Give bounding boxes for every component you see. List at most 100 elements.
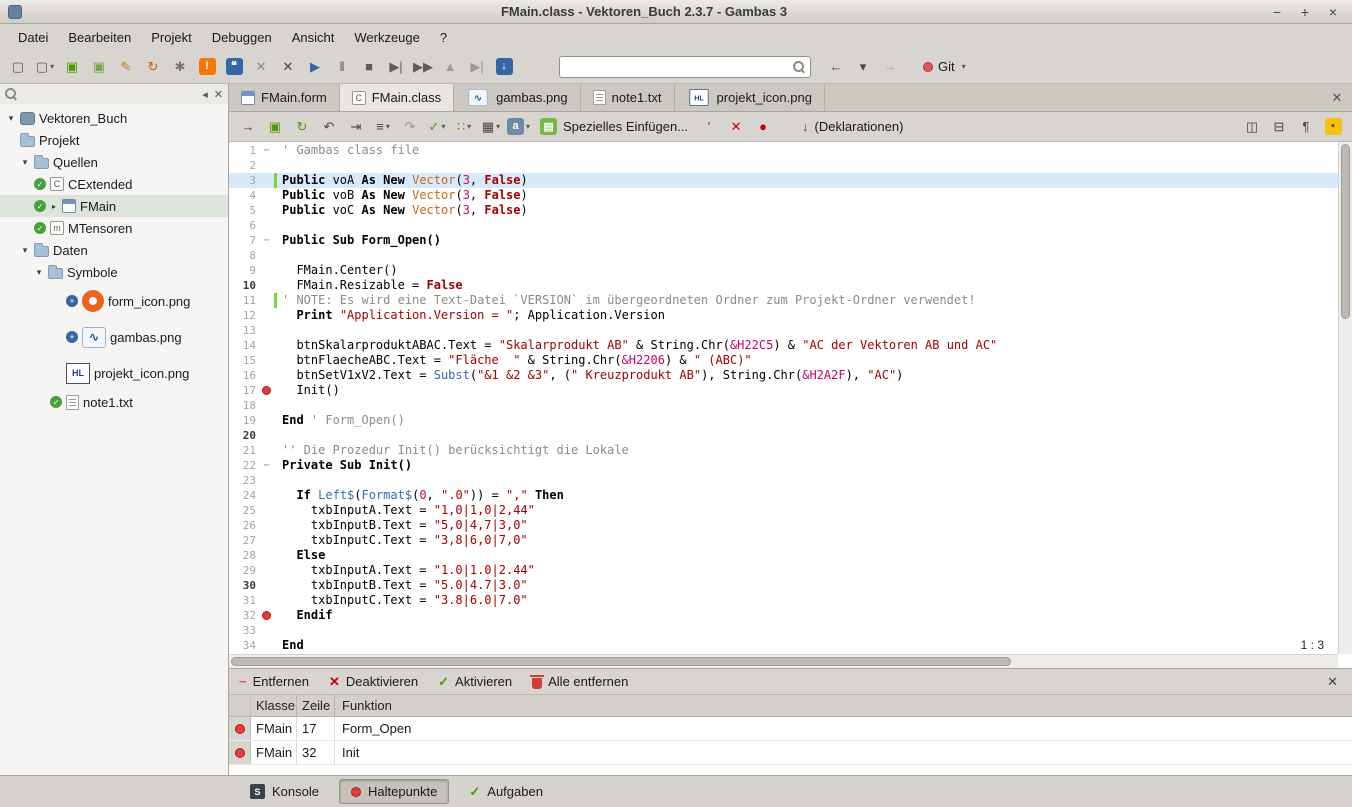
tree-item-cextended[interactable]: ✓CCExtended — [0, 173, 228, 195]
code-line[interactable]: 24 If Left$(Format$(0, ".0")) = "," Then — [229, 488, 1338, 503]
git-button[interactable]: Git ▾ — [917, 56, 972, 77]
code-line[interactable]: 6 — [229, 218, 1338, 233]
code-line[interactable]: 8 — [229, 248, 1338, 263]
line-number[interactable]: 31 — [229, 593, 259, 608]
code-line[interactable]: 18 — [229, 398, 1338, 413]
tree-item-symbole[interactable]: ▾Symbole — [0, 261, 228, 283]
indent-icon[interactable]: ⇥ — [343, 114, 369, 140]
code-line[interactable]: 10 FMain.Resizable = False — [229, 278, 1338, 293]
line-number[interactable]: 34 — [229, 638, 259, 653]
split-horizontal-icon[interactable]: ⊟ — [1266, 114, 1292, 140]
pause-button[interactable]: ‖ — [329, 54, 355, 80]
line-number[interactable]: 26 — [229, 518, 259, 533]
code-line[interactable]: 9 FMain.Center() — [229, 263, 1338, 278]
menu-datei[interactable]: Datei — [8, 26, 58, 49]
comment-icon[interactable]: ❝ — [221, 54, 247, 80]
line-number[interactable]: 30 — [229, 578, 259, 593]
code-line[interactable]: 28 Else — [229, 548, 1338, 563]
dock-left-icon[interactable]: ◂ — [202, 88, 208, 101]
code-line[interactable]: 26 txbInputB.Text = "5,0|4,7|3,0" — [229, 518, 1338, 533]
code-line[interactable]: 30 txbInputB.Text = "5.0|4.7|3.0" — [229, 578, 1338, 593]
text-format-icon[interactable]: a▾ — [505, 114, 532, 140]
line-number[interactable]: 3 — [229, 173, 259, 188]
code-line[interactable]: 12 Print "Application.Version = "; Appli… — [229, 308, 1338, 323]
compile-icon[interactable]: ✕ — [248, 54, 274, 80]
panel-close-icon[interactable]: ✕ — [1323, 674, 1342, 690]
line-number[interactable]: 8 — [229, 248, 259, 263]
tab-note1-txt[interactable]: note1.txt — [581, 84, 675, 111]
line-number[interactable]: 16 — [229, 368, 259, 383]
stop-button[interactable]: ■ — [356, 54, 382, 80]
lock-icon[interactable]: ▪ — [1320, 114, 1346, 140]
code-line[interactable]: 2 — [229, 158, 1338, 173]
tab-fmain-class[interactable]: CFMain.class — [340, 84, 454, 111]
line-number[interactable]: 27 — [229, 533, 259, 548]
back-button[interactable]: ← — [823, 54, 849, 80]
tree-item-fmain[interactable]: ✓▸FMain — [0, 195, 228, 217]
record-icon[interactable]: ● — [750, 114, 776, 140]
goto-icon[interactable]: → — [235, 114, 261, 140]
quote-icon[interactable]: ' — [696, 114, 722, 140]
line-number[interactable]: 32 — [229, 608, 259, 623]
tree-expander-icon[interactable]: ▾ — [20, 245, 30, 256]
undo-icon[interactable]: ↶ — [316, 114, 342, 140]
code-line[interactable]: 20 — [229, 428, 1338, 443]
line-number[interactable]: 21 — [229, 443, 259, 458]
menu-bearbeiten[interactable]: Bearbeiten — [58, 26, 141, 49]
save-project-icon[interactable]: ▣ — [59, 54, 85, 80]
properties-gear-icon[interactable]: ✱ — [167, 54, 193, 80]
line-number[interactable]: 19 — [229, 413, 259, 428]
breakpoint-gutter[interactable] — [259, 386, 274, 395]
tab-close-icon[interactable]: ✕ — [1322, 84, 1352, 111]
breakpoint-row[interactable]: FMain17Form_Open — [229, 717, 1352, 741]
line-number[interactable]: 20 — [229, 428, 259, 443]
line-number[interactable]: 4 — [229, 188, 259, 203]
breakpoint-gutter[interactable] — [259, 611, 274, 620]
code-line[interactable]: 29 txbInputA.Text = "1.0|1.0|2.44" — [229, 563, 1338, 578]
tree-item-gambas-png[interactable]: +∿gambas.png — [0, 319, 228, 355]
bottom-tab-haltepunkte[interactable]: Haltepunkte — [339, 779, 449, 804]
download-icon[interactable]: ↓ — [491, 54, 517, 80]
finish-button[interactable]: ▲ — [437, 54, 463, 80]
code-lines[interactable]: 1−' Gambas class file23Public voA As New… — [229, 143, 1338, 654]
pilcrow-icon[interactable]: ¶ — [1293, 114, 1319, 140]
menu-ansicht[interactable]: Ansicht — [282, 26, 345, 49]
line-number[interactable]: 11 — [229, 293, 259, 308]
line-number[interactable]: 2 — [229, 158, 259, 173]
line-number[interactable]: 18 — [229, 398, 259, 413]
maximize-button[interactable]: + — [1294, 3, 1316, 21]
save-all-icon[interactable]: ▣ — [86, 54, 112, 80]
sidebar-close-icon[interactable]: ✕ — [214, 88, 223, 101]
remove-all-breakpoints-button[interactable]: Alle entfernen — [532, 674, 628, 689]
code-line[interactable]: 5Public voC As New Vector(3, False) — [229, 203, 1338, 218]
enable-breakpoint-button[interactable]: ✓Aktivieren — [438, 674, 512, 690]
bottom-tab-aufgaben[interactable]: ✓Aufgaben — [457, 779, 555, 805]
line-number[interactable]: 13 — [229, 323, 259, 338]
breakpoint-row[interactable]: FMain32Init — [229, 741, 1352, 765]
code-line[interactable]: 31 txbInputC.Text = "3.8|6.0|7.0" — [229, 593, 1338, 608]
horizontal-scrollbar[interactable] — [229, 654, 1338, 668]
bottom-tab-konsole[interactable]: SKonsole — [238, 779, 331, 804]
new-file-icon[interactable]: ▢ — [5, 54, 31, 80]
code-line[interactable]: 33 — [229, 623, 1338, 638]
code-line[interactable]: 25 txbInputA.Text = "1,0|1,0|2,44" — [229, 503, 1338, 518]
code-line[interactable]: 27 txbInputC.Text = "3,8|6,0|7,0" — [229, 533, 1338, 548]
tree-item-vektoren-buch[interactable]: ▾Vektoren_Buch — [0, 107, 228, 129]
tree-item-daten[interactable]: ▾Daten — [0, 239, 228, 261]
line-number[interactable]: 15 — [229, 353, 259, 368]
step-button[interactable]: ▶| — [383, 54, 409, 80]
run-button[interactable]: ▶ — [302, 54, 328, 80]
close-button[interactable]: × — [1322, 3, 1344, 21]
line-number[interactable]: 7 — [229, 233, 259, 248]
code-line[interactable]: 23 — [229, 473, 1338, 488]
line-number[interactable]: 29 — [229, 563, 259, 578]
tab-projekt-icon-png[interactable]: HLprojekt_icon.png — [675, 84, 825, 111]
forward-button[interactable]: ▶▶ — [410, 54, 436, 80]
code-editor[interactable]: 1−' Gambas class file23Public voA As New… — [229, 142, 1352, 668]
open-project-icon[interactable]: ▢▾ — [32, 54, 58, 80]
line-number[interactable]: 6 — [229, 218, 259, 233]
tree-expander-icon[interactable]: ▾ — [34, 267, 44, 278]
reload-icon[interactable]: ↻ — [289, 114, 315, 140]
code-line[interactable]: 21'' Die Prozedur Init() berücksichtigt … — [229, 443, 1338, 458]
code-line[interactable]: 19End ' Form_Open() — [229, 413, 1338, 428]
